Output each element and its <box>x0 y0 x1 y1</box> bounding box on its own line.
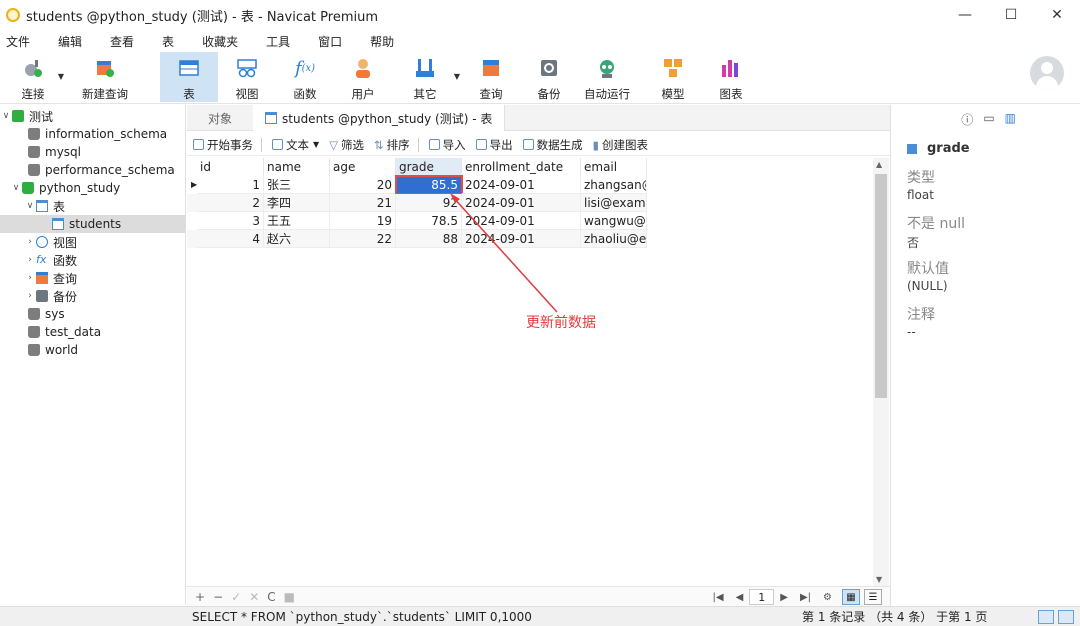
info-icon[interactable]: ⓘ <box>961 111 973 128</box>
page-number-input[interactable]: 1 <box>749 589 775 605</box>
first-page-icon[interactable]: |◀ <box>713 592 724 603</box>
form-view-icon[interactable]: ☰ <box>864 589 882 605</box>
delete-record-button[interactable]: − <box>213 590 223 604</box>
panel-mode-icons: ⓘ ▭ ▥ <box>951 111 1016 128</box>
annotation-label: 更新前数据 <box>526 315 596 331</box>
apply-changes-button[interactable]: ✓ <box>231 590 241 604</box>
discard-changes-button[interactable]: ✕ <box>249 590 259 604</box>
columns-icon[interactable]: ▥ <box>1005 111 1016 128</box>
not-null-value: 否 <box>907 236 920 250</box>
last-page-icon[interactable]: ▶| <box>800 592 811 603</box>
status-sql-text: SELECT * FROM `python_study`.`students` … <box>192 609 532 624</box>
layout-toggles <box>1034 609 1074 624</box>
pagination: |◀ ◀ 1 ▶ ▶| ⚙ ▦ ☰ <box>707 587 882 607</box>
stop-button[interactable]: ■ <box>284 590 295 604</box>
grid-view-icon[interactable]: ▦ <box>842 589 860 605</box>
refresh-button[interactable]: C <box>267 590 275 604</box>
next-page-icon[interactable]: ▶ <box>780 592 788 603</box>
status-bar: SELECT * FROM `python_study`.`students` … <box>0 606 1080 626</box>
not-null-label: 不是 null <box>907 216 965 232</box>
gear-icon[interactable]: ⚙ <box>823 592 832 603</box>
add-record-button[interactable]: + <box>195 590 205 604</box>
default-label: 默认值 <box>907 261 949 277</box>
layout-left-icon[interactable] <box>1038 609 1054 624</box>
column-icon <box>907 143 917 154</box>
grid-action-bar: + − ✓ ✕ C ■ |◀ ◀ 1 ▶ ▶| ⚙ ▦ ☰ <box>187 586 890 606</box>
type-label: 类型 <box>907 170 935 186</box>
layout-right-icon[interactable] <box>1058 609 1074 624</box>
previous-page-icon[interactable]: ◀ <box>736 592 744 603</box>
comment-value: -- <box>907 325 916 339</box>
field-name: grade <box>907 141 970 156</box>
ddl-icon[interactable]: ▭ <box>983 111 994 128</box>
default-value: (NULL) <box>907 279 948 293</box>
status-record-count: 第 1 条记录 （共 4 条） 于第 1 页 <box>802 610 988 624</box>
comment-label: 注释 <box>907 307 935 323</box>
field-info-panel: ⓘ ▭ ▥ grade 类型 float 不是 null 否 默认值 (NULL… <box>890 105 1080 606</box>
type-value: float <box>907 188 934 202</box>
